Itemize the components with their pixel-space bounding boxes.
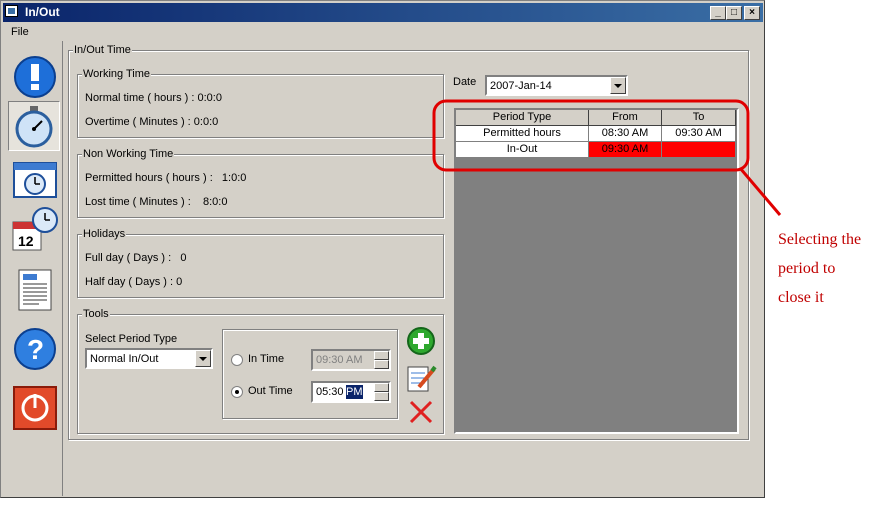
highlight-box <box>432 99 750 172</box>
annotation-line-1: Selecting the <box>778 231 862 248</box>
annotation-line-2: period to <box>778 260 836 277</box>
annotation-pointer <box>738 167 782 216</box>
annotation-line-3: close it <box>778 289 824 306</box>
annotation-overlay <box>432 99 782 216</box>
